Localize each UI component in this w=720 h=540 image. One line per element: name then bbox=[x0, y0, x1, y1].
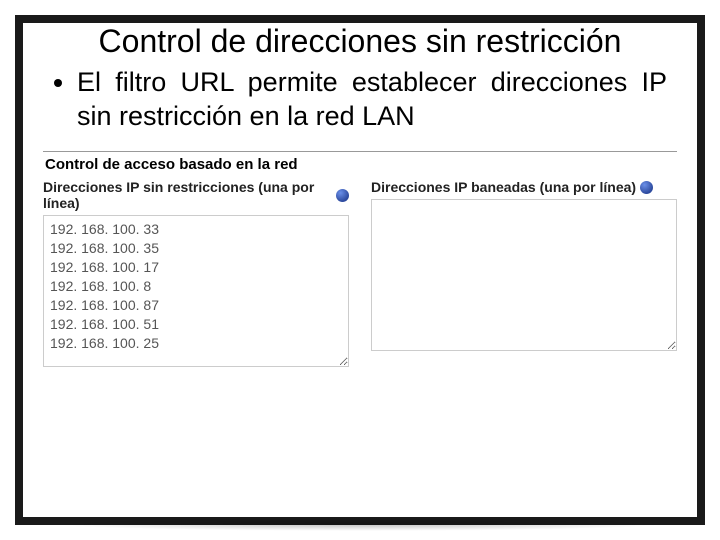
banned-label: Direcciones IP baneadas (una por línea) bbox=[371, 179, 636, 195]
banned-ips-input[interactable] bbox=[371, 199, 677, 351]
unrestricted-label: Direcciones IP sin restricciones (una po… bbox=[43, 179, 332, 211]
access-control-panel: Control de acceso basado en la red Direc… bbox=[43, 151, 677, 367]
unrestricted-ips-input[interactable] bbox=[43, 215, 349, 367]
slide-title: Control de direcciones sin restricción bbox=[43, 23, 677, 60]
bullet-item: El filtro URL permite establecer direcci… bbox=[77, 66, 667, 134]
bullet-list: El filtro URL permite establecer direcci… bbox=[71, 66, 667, 134]
panel-heading: Control de acceso basado en la red bbox=[45, 156, 677, 173]
panel-columns: Direcciones IP sin restricciones (una po… bbox=[43, 179, 677, 367]
banned-column: Direcciones IP baneadas (una por línea) bbox=[371, 179, 677, 367]
frame-shadow bbox=[53, 517, 667, 531]
help-icon[interactable] bbox=[640, 181, 653, 194]
slide-frame: Control de direcciones sin restricción E… bbox=[15, 15, 705, 525]
help-icon[interactable] bbox=[336, 189, 349, 202]
unrestricted-label-row: Direcciones IP sin restricciones (una po… bbox=[43, 179, 349, 211]
unrestricted-column: Direcciones IP sin restricciones (una po… bbox=[43, 179, 349, 367]
banned-label-row: Direcciones IP baneadas (una por línea) bbox=[371, 179, 677, 195]
